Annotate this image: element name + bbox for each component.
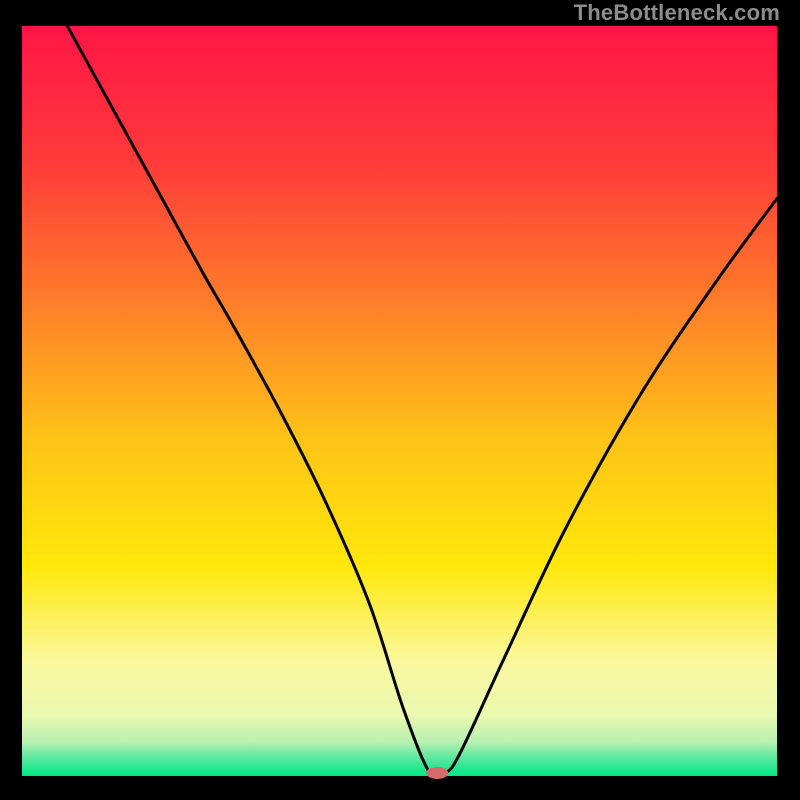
optimum-marker xyxy=(426,767,448,779)
bottleneck-chart: TheBottleneck.com xyxy=(0,0,800,800)
chart-svg xyxy=(0,0,800,800)
watermark-label: TheBottleneck.com xyxy=(574,0,780,26)
plot-area xyxy=(22,26,777,776)
